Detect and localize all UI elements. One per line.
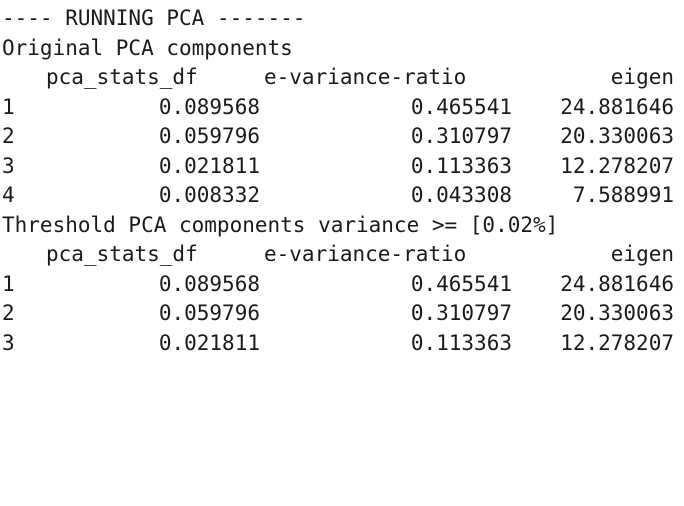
eigen-value: 12.278207 <box>560 153 674 178</box>
header-eigen: eigen <box>610 65 674 89</box>
table-row: 4 0.008332 0.043308 7.588991 <box>2 181 684 211</box>
console-output: ---- RUNNING PCA ------- Original PCA co… <box>0 0 684 415</box>
banner-line: ---- RUNNING PCA ------- <box>2 6 306 30</box>
table-row: 2 0.059796 0.310797 20.330063 <box>2 122 684 152</box>
eigen-value: 7.588991 <box>572 183 674 207</box>
table-header-original: pca_stats_df e-variance-ratio eigen <box>2 63 684 93</box>
eigen-value: 20.330063 <box>560 301 674 325</box>
table-row: 1 0.089568 0.465541 24.881646 <box>2 270 684 300</box>
table-header-threshold: pca_stats_df e-variance-ratio eigen <box>2 240 684 270</box>
eigen-value: 24.881646 <box>560 94 674 119</box>
table-row: 3 0.021811 0.113363 12.278207 <box>2 152 684 182</box>
section-title-threshold: Threshold PCA components variance >= [0.… <box>2 212 559 237</box>
eigen-value: 12.278207 <box>560 330 674 355</box>
eigen-value: 24.881646 <box>560 271 674 296</box>
section-title-original: Original PCA components <box>2 35 293 60</box>
eigen-value: 20.330063 <box>560 124 674 148</box>
table-row: 3 0.021811 0.113363 12.278207 <box>2 329 684 359</box>
header-eigen: eigen <box>610 242 674 266</box>
table-row: 1 0.089568 0.465541 24.881646 <box>2 93 684 123</box>
table-row: 2 0.059796 0.310797 20.330063 <box>2 299 684 329</box>
